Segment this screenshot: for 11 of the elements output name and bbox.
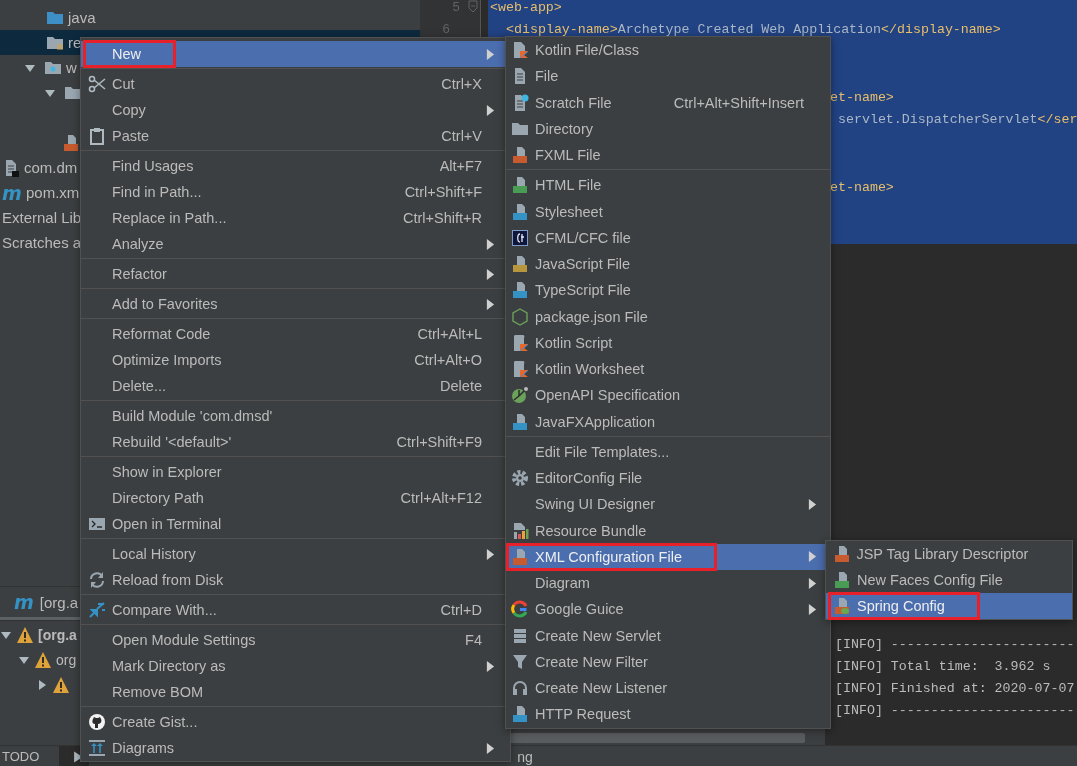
code-line: et-name> bbox=[830, 179, 894, 195]
console-line: [INFO] ----------------------- bbox=[835, 702, 1076, 720]
status-text: ng bbox=[517, 748, 533, 765]
console-line: [INFO] ----------------------- bbox=[835, 636, 1076, 654]
console-line: [INFO] Finished at: 2020-07-07 bbox=[835, 680, 1076, 698]
code-line: <web-app> bbox=[490, 0, 562, 15]
console-line: [INFO] Total time: 3.962 s bbox=[835, 658, 1052, 676]
code-line: <display-name>Archetype Created Web Application</display-name> bbox=[506, 22, 1001, 38]
maven-icon: m bbox=[2, 183, 22, 202]
code-line: et-name> bbox=[830, 89, 894, 105]
code-line: servlet.DispatcherServlet</ser bbox=[836, 112, 1077, 128]
